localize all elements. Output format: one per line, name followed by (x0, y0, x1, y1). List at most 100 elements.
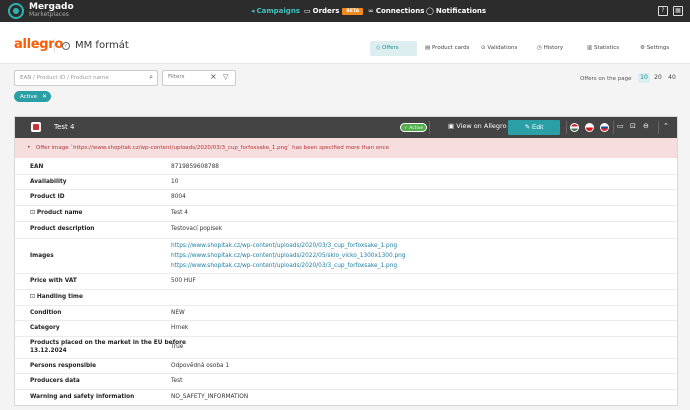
edit-button[interactable]: ✎ Edit (508, 120, 560, 135)
cards-icon: ▤ (425, 45, 432, 51)
per-page-40[interactable]: 40 (666, 73, 678, 83)
field-label: Category (30, 325, 60, 331)
field-label: Producers data (30, 378, 80, 384)
help-icon[interactable]: ? (658, 6, 668, 16)
hungary-flag-icon[interactable] (570, 123, 579, 132)
field-label: Condition (30, 310, 62, 316)
field-value: Testovací popisek (171, 226, 223, 232)
chart-icon: ▥ (587, 45, 594, 51)
gear-icon: ⚙ (640, 45, 647, 51)
table-row: Persons responsible Odpovědná osoba 1 (15, 359, 677, 374)
field-label: EAN (30, 164, 44, 170)
clear-filters-icon[interactable]: × (210, 72, 217, 81)
tab-settings[interactable]: ⚙ Settings (634, 41, 675, 56)
cart-icon: ▭ (304, 7, 311, 15)
field-value: NO_SAFETY_INFORMATION (171, 394, 249, 400)
external-link-icon: ▣ (448, 122, 457, 130)
field-label: Warning and safety information (30, 394, 135, 400)
status-badge: ✓ Active (400, 123, 428, 132)
field-value: Odpovědná osoba 1 (171, 363, 230, 369)
divider (566, 121, 567, 134)
table-row: Product description Testovací popisek (15, 222, 677, 239)
table-row: Producers data Test (15, 374, 677, 390)
field-label: Product description (30, 226, 95, 232)
filters-select[interactable]: Filters × ▽ (162, 70, 236, 86)
product-thumbnail-icon (31, 122, 41, 132)
field-label: Availability (30, 179, 67, 185)
nav-notifications[interactable]: ◯ Notifications (426, 0, 486, 22)
nav-campaigns[interactable]: ◂ Campaigns (251, 0, 300, 22)
beta-badge: BETA (342, 8, 364, 15)
table-row: Availability 10 (15, 175, 677, 190)
divider (54, 39, 55, 53)
offer-header: Test 4 ✓ Active ▣ View on Allegro ✎ Edit… (15, 117, 677, 138)
field-label: ⊡ Product name (30, 210, 83, 216)
divider (613, 121, 614, 134)
search-icon[interactable]: ⌕ (149, 73, 153, 82)
mergado-logo-icon[interactable] (8, 3, 24, 19)
divider (658, 121, 659, 134)
slovakia-flag-icon[interactable] (600, 123, 609, 132)
table-row: Condition NEW (15, 306, 677, 321)
check-circle-icon: ✓ (62, 42, 70, 50)
field-label: Product ID (30, 194, 65, 200)
search-box: ⌕ (14, 70, 158, 86)
brand[interactable]: Mergado Marketplaces (29, 3, 74, 19)
image-link[interactable]: https://www.shopitak.cz/wp-content/uploa… (171, 243, 397, 249)
more-icon[interactable]: ⊖ (643, 122, 649, 130)
lock-icon: ⊡ (30, 210, 35, 216)
field-value: 8004 (171, 194, 186, 200)
image-link[interactable]: https://www.shopitak.cz/wp-content/uploa… (171, 253, 406, 259)
table-row: Price with VAT 500 HUF (15, 274, 677, 290)
top-bar: Mergado Marketplaces ◂ Campaigns ▭ Orders B… (0, 0, 690, 22)
tab-offers[interactable]: ◇ Offers (370, 41, 417, 56)
field-label: ⊡ Handling time (30, 294, 83, 300)
nav-connections[interactable]: ∞ Connections (368, 0, 424, 22)
field-value: Test (171, 378, 183, 384)
image-link[interactable]: https://www.shopitak.cz/wp-content/uploa… (171, 263, 397, 269)
table-row: ⊡ Handling time (15, 290, 677, 306)
field-value: Hrnek (171, 325, 189, 331)
table-row: ⊡ Product name Test 4 (15, 206, 677, 222)
megaphone-icon: ◂ (251, 7, 255, 15)
table-row: Images https://www.shopitak.cz/wp-conten… (15, 239, 677, 274)
link-icon: ∞ (368, 7, 374, 15)
lock-icon: ⊡ (30, 294, 35, 300)
per-page-label: Offers on the page (580, 76, 632, 82)
per-page-10[interactable]: 10 (638, 73, 650, 83)
field-value: NEW (171, 310, 185, 316)
search-input[interactable] (20, 73, 140, 83)
field-value: True (171, 344, 184, 350)
format-name: MM formát (75, 40, 129, 51)
per-page-20[interactable]: 20 (652, 73, 664, 83)
table-row: Warning and safety information NO_SAFETY… (15, 390, 677, 405)
nav-orders[interactable]: ▭ Orders BETA (304, 0, 364, 22)
offer-title: Test 4 (54, 123, 75, 131)
tab-history[interactable]: ◷ History (531, 41, 569, 56)
warning-banner: • Offer image `https://www.shopitak.cz/w… (15, 138, 677, 158)
pencil-icon: ✎ (524, 124, 533, 131)
view-on-allegro-link[interactable]: ▣ View on Allegro (448, 122, 507, 130)
tab-statistics[interactable]: ▥ Statistics (581, 41, 625, 56)
tab-validations[interactable]: ⊙ Validations (475, 41, 523, 56)
lock-open-icon[interactable]: ⊡ (630, 122, 636, 130)
divider (429, 121, 430, 134)
field-label: Price with VAT (30, 278, 77, 284)
chip-label: Active (20, 94, 38, 100)
cart-icon[interactable]: ▭ (617, 122, 624, 130)
offer-card: Test 4 ✓ Active ▣ View on Allegro ✎ Edit… (14, 116, 678, 406)
filters-label: Filters (168, 74, 185, 80)
remove-chip-icon[interactable]: ✕ (42, 93, 47, 100)
field-value: 10 (171, 179, 179, 185)
app-menu-icon[interactable]: ▦ (673, 6, 683, 16)
expand-icon[interactable]: ⌃ (663, 122, 669, 130)
tab-product-cards[interactable]: ▤ Product cards (419, 41, 476, 56)
warning-message: Offer image `https://www.shopitak.cz/wp-… (36, 145, 389, 151)
funnel-icon[interactable]: ▽ (223, 73, 228, 81)
field-label: Images (30, 253, 54, 259)
table-row: EAN 8719859608788 (15, 160, 677, 175)
bullet: • (27, 144, 31, 151)
czech-flag-icon[interactable] (585, 123, 594, 132)
field-label: Products placed on the market in the EU … (30, 340, 186, 346)
field-label: Persons responsible (30, 363, 97, 369)
